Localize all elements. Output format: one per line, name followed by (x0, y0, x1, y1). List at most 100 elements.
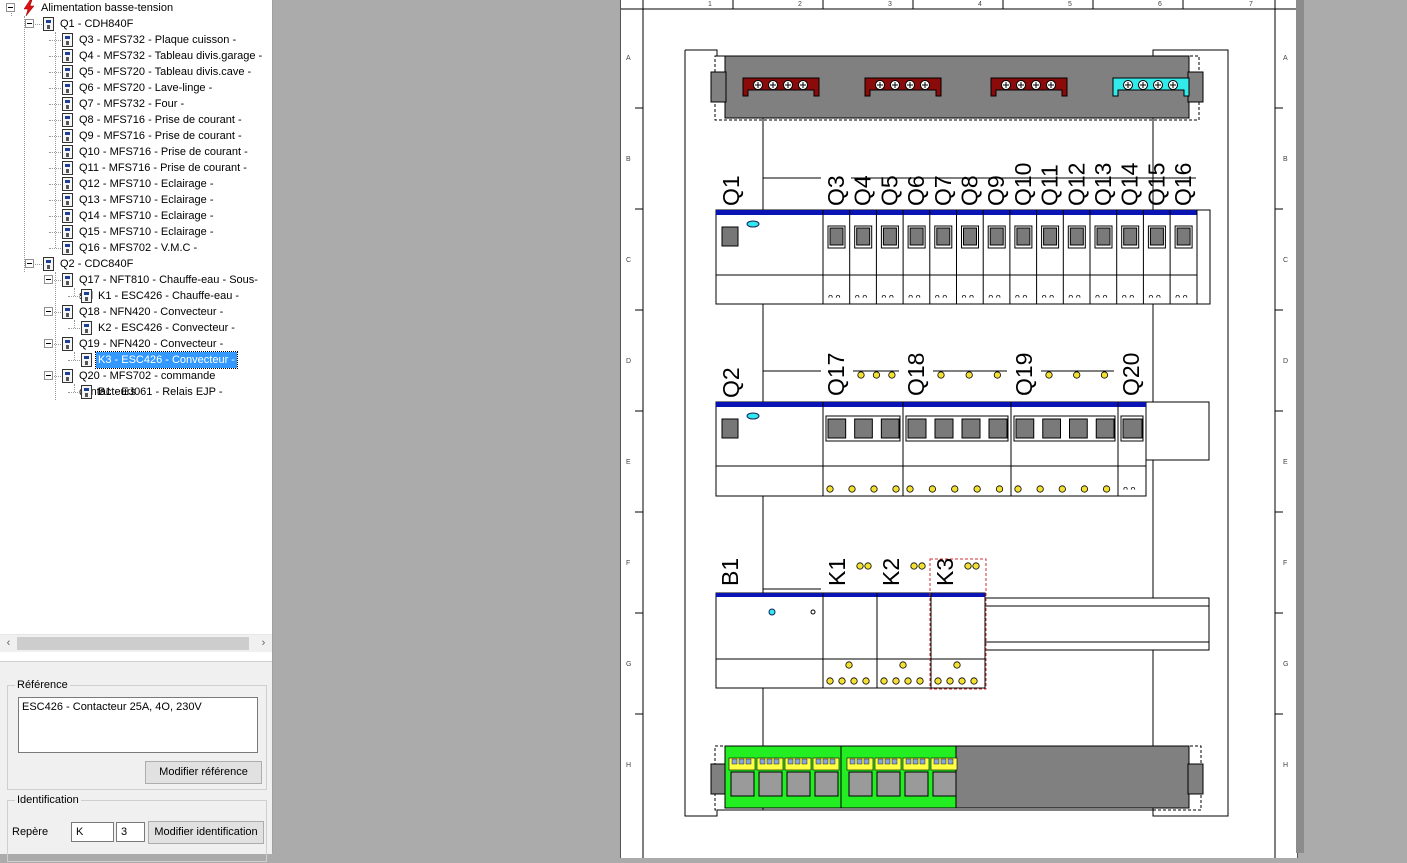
breaker-handle[interactable] (989, 227, 1004, 246)
tree-item-label[interactable]: Q11 - MFS716 - Prise de courant - (77, 160, 249, 176)
collapse-toggle[interactable] (44, 371, 53, 380)
tree-item-label[interactable]: Q12 - MFS710 - Eclairage - (77, 176, 216, 192)
tree-item-label[interactable]: Q2 - CDC840F (58, 256, 135, 272)
device-label[interactable]: Q6 (903, 175, 929, 206)
breaker-handle[interactable] (1095, 418, 1115, 439)
collapse-toggle[interactable] (25, 19, 34, 28)
cabinet-drawing[interactable]: 1234567 A AB BC CD DE EF FG GH H Q1 Q3ᴖ … (621, 0, 1297, 858)
collapse-toggle[interactable] (44, 339, 53, 348)
breaker-handle[interactable] (936, 227, 951, 246)
tree-item-label[interactable]: K1 - ESC426 - Chauffe-eau - (96, 288, 241, 304)
device-label[interactable]: Q4 (850, 175, 876, 206)
device-label[interactable]: Q5 (876, 175, 902, 206)
breaker-handle[interactable] (934, 418, 954, 439)
tree-item-label[interactable]: K3 - ESC426 - Convecteur - (95, 351, 238, 369)
tree-item-label[interactable]: Q13 - MFS710 - Eclairage - (77, 192, 216, 208)
vertical-scrollbar[interactable] (1296, 0, 1304, 853)
tree-item-label[interactable]: Q8 - MFS716 - Prise de courant - (77, 112, 244, 128)
device-label[interactable]: Q14 (1117, 162, 1143, 206)
tree-item-label[interactable]: Q19 - NFN420 - Convecteur - (77, 336, 225, 352)
collapse-toggle[interactable] (44, 275, 53, 284)
tree-item-label[interactable]: Q15 - MFS710 - Eclairage - (77, 224, 216, 240)
breaker-handle[interactable] (1043, 227, 1058, 246)
terminal-block[interactable] (876, 771, 901, 797)
breaker-handle[interactable] (1123, 227, 1138, 246)
repere-number-input[interactable]: 3 (116, 822, 145, 842)
breaker-handle[interactable] (1069, 227, 1084, 246)
collapse-toggle[interactable] (6, 3, 15, 12)
collapse-toggle[interactable] (44, 307, 53, 316)
tree-item-label[interactable]: Q10 - MFS716 - Prise de courant - (77, 144, 250, 160)
device-label[interactable]: Q8 (957, 175, 983, 206)
breaker-handle[interactable] (1016, 227, 1031, 246)
breaker-handle[interactable] (1122, 418, 1143, 439)
breaker-handle[interactable] (909, 227, 924, 246)
device-label[interactable]: K1 (824, 558, 850, 586)
breaker-handle[interactable] (856, 227, 871, 246)
terminal-rail[interactable] (710, 745, 1204, 811)
breaker-handle[interactable] (829, 227, 844, 246)
equipment-tree[interactable]: Alimentation basse-tension Q1 - CDH840F Q… (0, 0, 272, 634)
terminal-block[interactable] (848, 771, 873, 797)
device-label-q2[interactable]: Q2 (718, 367, 744, 398)
tree-item-label[interactable]: Q6 - MFS720 - Lave-linge - (77, 80, 214, 96)
device-label[interactable]: Q11 (1037, 164, 1063, 206)
breaker-handle[interactable] (1069, 418, 1088, 439)
tree-item-label[interactable]: Q18 - NFN420 - Convecteur - (77, 304, 225, 320)
device-label[interactable]: Q18 (903, 353, 929, 396)
row3-modules[interactable] (715, 558, 1210, 690)
device-label[interactable]: Q13 (1090, 163, 1116, 206)
device-label[interactable]: Q15 (1143, 163, 1169, 206)
modify-identification-button[interactable]: Modifier identification (148, 821, 264, 844)
breaker-handle[interactable] (1176, 227, 1191, 246)
breaker-handle[interactable] (1042, 418, 1061, 439)
tree-item-label[interactable]: B1 - EJ061 - Relais EJP - (96, 384, 225, 400)
device-label-q1[interactable]: Q1 (718, 175, 744, 206)
reference-textarea[interactable]: ESC426 - Contacteur 25A, 4O, 230V (18, 697, 258, 753)
device-label[interactable]: K2 (878, 558, 904, 586)
breaker-handle[interactable] (882, 227, 897, 246)
device-label[interactable]: Q19 (1011, 353, 1037, 396)
tree-item-label[interactable]: Q16 - MFS702 - V.M.C - (77, 240, 199, 256)
tree-item-label[interactable]: Q3 - MFS732 - Plaque cuisson - (77, 32, 238, 48)
device-label[interactable]: Q3 (823, 175, 849, 206)
tree-item-label[interactable]: K2 - ESC426 - Convecteur - (96, 320, 237, 336)
tree-item-label[interactable]: Q7 - MFS732 - Four - (77, 96, 186, 112)
terminal-block[interactable] (814, 771, 839, 797)
breaker-handle[interactable] (1149, 227, 1164, 246)
breaker-handle[interactable] (963, 227, 977, 246)
device-label[interactable]: Q10 (1010, 163, 1036, 206)
tree-item-label[interactable]: Q1 - CDH840F (58, 16, 135, 32)
breaker-handle[interactable] (1096, 227, 1111, 246)
device-label[interactable]: K3 (932, 558, 958, 586)
breaker-handle[interactable] (961, 418, 981, 439)
device-label[interactable]: B1 (717, 558, 743, 586)
tree-horizontal-scrollbar[interactable]: ‹ › (0, 634, 272, 652)
terminal-block[interactable] (730, 771, 755, 797)
device-label[interactable]: Q12 (1063, 163, 1089, 206)
breaker-handle[interactable] (988, 418, 1008, 439)
device-label[interactable]: Q17 (823, 353, 849, 396)
schematic-sheet[interactable]: 1234567 AABBCCDDEEFFGGHH Q1 Q3 ᴖ ᴖ Q4 ᴖ … (620, 0, 1298, 858)
scrollbar-thumb[interactable] (17, 637, 249, 650)
device-label[interactable]: Q7 (930, 175, 956, 206)
tree-item-label[interactable]: Q9 - MFS716 - Prise de courant - (77, 128, 244, 144)
terminal-block[interactable] (758, 771, 783, 797)
breaker-handle[interactable] (827, 418, 847, 439)
repere-letter-input[interactable]: K (71, 822, 114, 842)
breaker-handle[interactable] (1015, 418, 1035, 439)
breaker-handle[interactable] (880, 418, 900, 439)
terminal-block[interactable] (932, 771, 957, 797)
collapse-toggle[interactable] (25, 259, 34, 268)
tree-root-label[interactable]: Alimentation basse-tension (39, 0, 175, 16)
terminal-block[interactable] (786, 771, 811, 797)
tree-item-label[interactable]: Q14 - MFS710 - Eclairage - (77, 208, 216, 224)
tree-item-label[interactable]: Q4 - MFS732 - Tableau divis.garage - (77, 48, 264, 64)
device-label[interactable]: Q9 (983, 175, 1009, 206)
device-label[interactable]: Q20 (1118, 353, 1144, 396)
device-label[interactable]: Q16 (1170, 163, 1196, 206)
tree-item-label[interactable]: Q5 - MFS720 - Tableau divis.cave - (77, 64, 253, 80)
terminal-block[interactable] (904, 771, 929, 797)
scroll-right-icon[interactable]: › (255, 635, 272, 652)
modify-reference-button[interactable]: Modifier référence (145, 761, 262, 784)
